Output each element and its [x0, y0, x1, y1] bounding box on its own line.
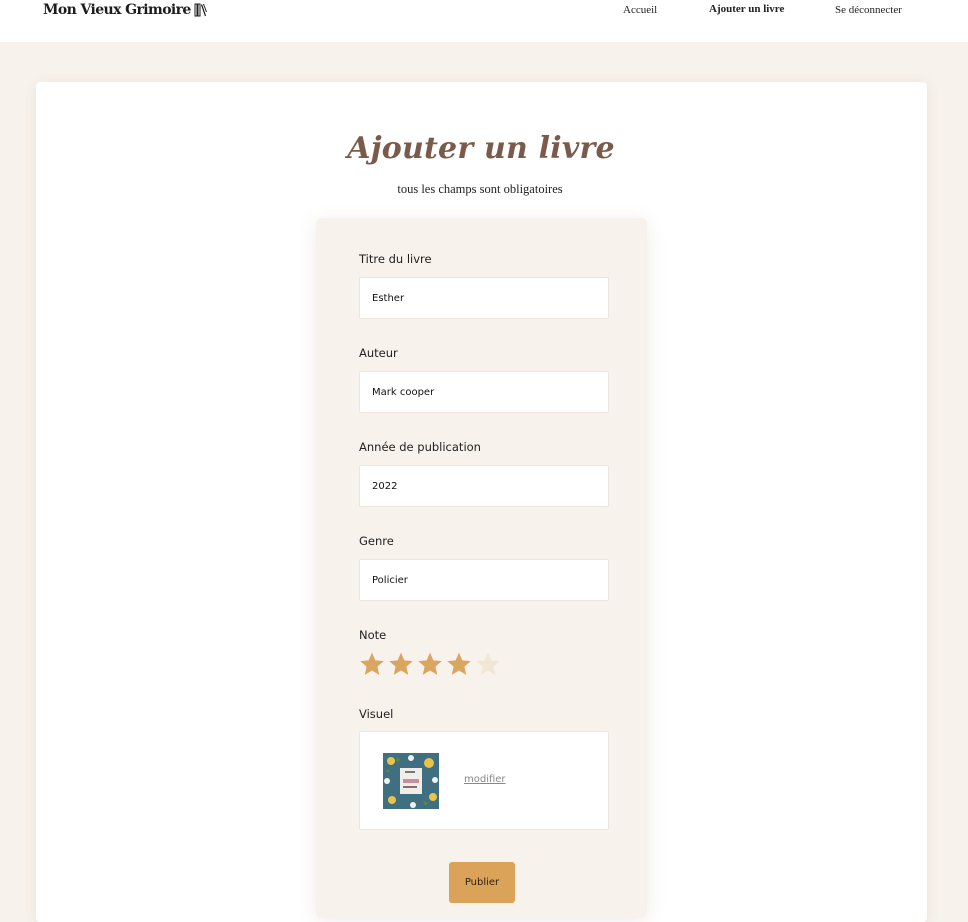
star-filled-icon[interactable]: [359, 651, 385, 677]
book-cover-thumbnail: [383, 753, 439, 809]
logo-text: Mon Vieux Grimoire: [43, 2, 191, 18]
nav-logout-link[interactable]: Se déconnecter: [835, 4, 902, 16]
site-logo[interactable]: Mon Vieux Grimoire: [43, 2, 207, 18]
visual-label: Visuel: [359, 707, 394, 721]
nav-add-book-link[interactable]: Ajouter un livre: [709, 3, 784, 15]
rating-label: Note: [359, 628, 387, 642]
genre-input[interactable]: [359, 559, 609, 601]
star-filled-icon[interactable]: [446, 651, 472, 677]
year-input[interactable]: [359, 465, 609, 507]
title-input[interactable]: [359, 277, 609, 319]
star-empty-icon[interactable]: [475, 651, 501, 677]
author-input[interactable]: [359, 371, 609, 413]
modify-image-link[interactable]: modifier: [464, 774, 506, 785]
page-title: Ajouter un livre: [347, 131, 615, 166]
nav-home-link[interactable]: Accueil: [623, 4, 657, 16]
top-navigation-bar: Mon Vieux Grimoire Accueil Ajouter un li…: [0, 0, 968, 42]
star-filled-icon[interactable]: [388, 651, 414, 677]
genre-label: Genre: [359, 534, 394, 548]
page-subtitle: tous les champs sont obligatoires: [397, 182, 563, 196]
title-label: Titre du livre: [359, 252, 432, 266]
visual-upload-box[interactable]: modifier: [359, 731, 609, 830]
star-filled-icon[interactable]: [417, 651, 443, 677]
author-label: Auteur: [359, 346, 398, 360]
cover-image: [383, 753, 439, 809]
publish-button[interactable]: Publier: [449, 862, 515, 903]
books-icon: [194, 3, 207, 17]
year-label: Année de publication: [359, 440, 481, 454]
rating-stars: [359, 651, 501, 677]
